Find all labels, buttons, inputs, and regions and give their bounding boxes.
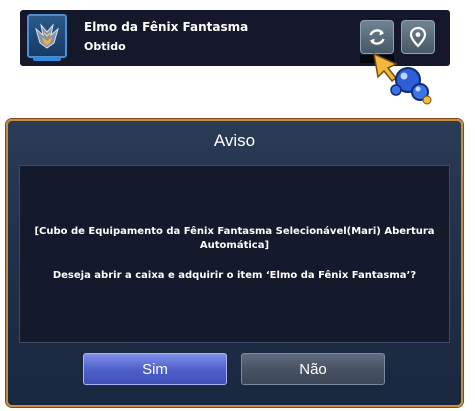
item-status: Obtido — [84, 40, 126, 53]
message-item-line: [Cubo de Equipamento da Fênix Fantasma S… — [34, 226, 435, 251]
refresh-button[interactable] — [360, 20, 394, 54]
pointer-cursor-icon — [373, 52, 432, 105]
locate-button[interactable] — [401, 20, 435, 54]
message-question: Deseja abrir a caixa e adquirir o item ‘… — [52, 270, 417, 281]
phoenix-helmet-icon — [35, 23, 59, 49]
item-thumbnail[interactable] — [27, 14, 67, 61]
map-pin-icon — [409, 26, 427, 48]
confirm-button[interactable]: Sim — [83, 353, 227, 385]
message-box: [Cubo de Equipamento da Fênix Fantasma S… — [19, 165, 450, 343]
refresh-icon — [369, 29, 385, 45]
notice-dialog: Aviso [Cubo de Equipamento da Fênix Fant… — [6, 119, 463, 407]
item-name: Elmo da Fênix Fantasma — [84, 20, 249, 34]
dialog-title: Aviso — [213, 131, 256, 150]
cancel-button[interactable]: Não — [241, 353, 385, 385]
